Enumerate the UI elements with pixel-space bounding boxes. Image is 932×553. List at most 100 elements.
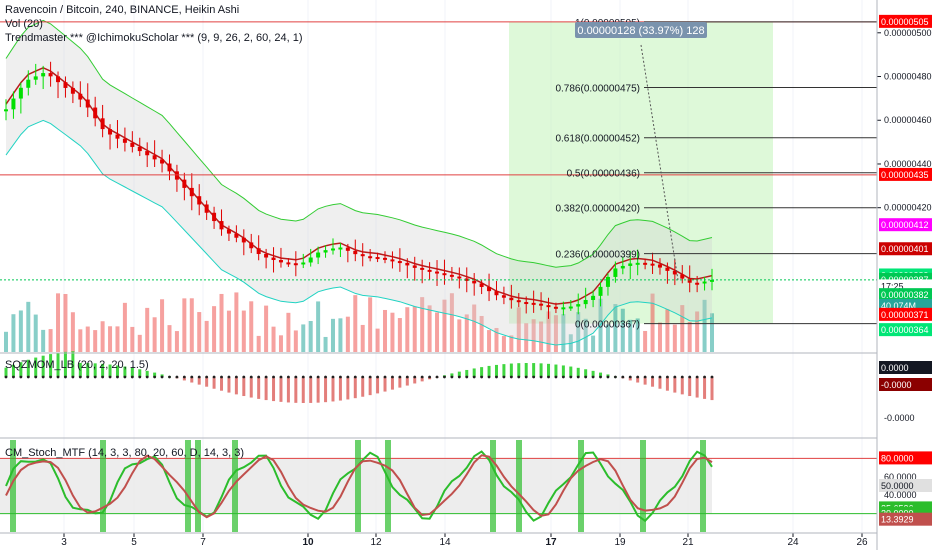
- symbol-title[interactable]: Ravencoin / Bitcoin, 240, BINANCE, Heiki…: [5, 3, 303, 17]
- volume-label[interactable]: Vol (20): [5, 17, 303, 31]
- squeeze-dot: [613, 375, 617, 379]
- squeeze-dot: [376, 375, 379, 379]
- stoch-tick-label: 40.0000: [884, 490, 917, 500]
- squeeze-dot: [495, 375, 498, 379]
- stoch-cross-bar: [385, 440, 391, 532]
- volume-bar: [435, 312, 440, 352]
- volume-bar: [308, 320, 313, 352]
- candle-body: [353, 250, 358, 255]
- volume-bar: [63, 293, 68, 352]
- squeeze-dot: [383, 375, 387, 379]
- chart-canvas[interactable]: 1(0.00000505)0.786(0.00000475)0.618(0.00…: [0, 0, 932, 550]
- volume-bar: [93, 330, 98, 352]
- candle-body: [435, 271, 440, 274]
- tradingview-chart[interactable]: 1(0.00000505)0.786(0.00000475)0.618(0.00…: [0, 0, 932, 550]
- candle-body: [115, 134, 120, 139]
- price-tag-label: 0.00000382: [881, 290, 929, 300]
- volume-bar: [301, 324, 306, 352]
- candle-body: [687, 278, 692, 283]
- candle-body: [293, 263, 298, 266]
- volume-bar: [33, 314, 38, 352]
- squeeze-dot: [584, 375, 588, 379]
- candle-body: [264, 254, 269, 258]
- candle-body: [628, 263, 633, 266]
- candle-body: [93, 107, 98, 119]
- volume-bar: [345, 316, 350, 352]
- price-tag: 0.00000371: [879, 307, 932, 321]
- squeeze-dot: [710, 375, 714, 379]
- squeeze-dot: [264, 375, 268, 379]
- stoch-label[interactable]: CM_Stoch_MTF (14, 3, 3, 80, 20, 60, D, 1…: [5, 447, 244, 459]
- candle-body: [501, 295, 506, 298]
- volume-bar: [383, 309, 388, 352]
- momentum-bar: [331, 377, 335, 402]
- candle-body: [539, 303, 544, 306]
- squeeze-dot: [138, 375, 142, 379]
- momentum-bar: [249, 377, 253, 398]
- candle-body: [487, 286, 492, 292]
- candle-body: [33, 76, 38, 80]
- candle-body: [160, 159, 165, 164]
- volume-bar: [197, 312, 202, 352]
- candle-body: [137, 146, 142, 152]
- candle-body: [308, 257, 313, 263]
- volume-bar: [501, 336, 506, 352]
- candle-body: [41, 73, 46, 77]
- squeeze-dot: [368, 375, 372, 379]
- candle-body: [546, 305, 551, 308]
- volume-bar: [353, 295, 358, 352]
- momentum-bar: [569, 366, 573, 377]
- volume-bar: [264, 305, 269, 352]
- candle-body: [11, 98, 16, 110]
- candle-body: [70, 87, 75, 94]
- candle-body: [583, 299, 588, 305]
- momentum-bar: [279, 377, 283, 402]
- x-tick-label: 17: [545, 537, 557, 548]
- momentum-bar: [494, 364, 498, 377]
- candle-body: [568, 306, 573, 309]
- candle-body: [553, 306, 558, 309]
- squeeze-dot: [599, 375, 602, 379]
- candle-body: [330, 248, 335, 251]
- volume-bar: [189, 298, 194, 352]
- squeeze-dot: [621, 375, 625, 379]
- squeeze-dot: [487, 375, 491, 379]
- momentum-bar: [509, 363, 513, 377]
- momentum-bar: [353, 377, 357, 399]
- volume-bar: [241, 310, 246, 352]
- candle-body: [598, 286, 603, 296]
- volume-bar: [11, 314, 16, 352]
- momentum-bar: [309, 377, 313, 403]
- volume-bar: [130, 326, 135, 352]
- squeeze-dot: [212, 375, 216, 379]
- candle-body: [591, 295, 596, 300]
- indicator-label[interactable]: Trendmaster *** @IchimokuScholar *** (9,…: [5, 31, 303, 45]
- squeeze-dot: [561, 375, 565, 379]
- momentum-bar: [561, 365, 565, 377]
- volume-bar: [657, 322, 662, 352]
- momentum-bar: [502, 364, 506, 377]
- candle-body: [63, 82, 68, 88]
- momentum-bar: [316, 377, 320, 403]
- volume-bar: [405, 307, 410, 352]
- candle-body: [650, 263, 655, 266]
- squeeze-dot: [517, 375, 521, 379]
- x-tick-label: 3: [61, 537, 67, 548]
- squeeze-dot: [695, 375, 699, 379]
- squeeze-dot: [680, 375, 684, 379]
- candle-body: [241, 237, 246, 243]
- x-tick-label: 7: [200, 537, 206, 548]
- squeeze-dot: [450, 375, 454, 379]
- momentum-bar: [665, 377, 669, 391]
- price-tick-label: 0.00000420: [884, 203, 932, 213]
- momentum-bar: [680, 377, 684, 395]
- volume-bar: [687, 321, 692, 352]
- fib-label: 0(0.00000367): [575, 320, 640, 331]
- squeeze-dot: [116, 375, 119, 379]
- sqz-label[interactable]: SQZMOM_LB (20, 2, 20, 1.5): [5, 359, 149, 371]
- squeeze-dot: [420, 375, 424, 379]
- candle-body: [256, 248, 261, 255]
- momentum-bar: [398, 377, 402, 388]
- squeeze-dot: [234, 375, 238, 379]
- squeeze-dot: [108, 375, 112, 379]
